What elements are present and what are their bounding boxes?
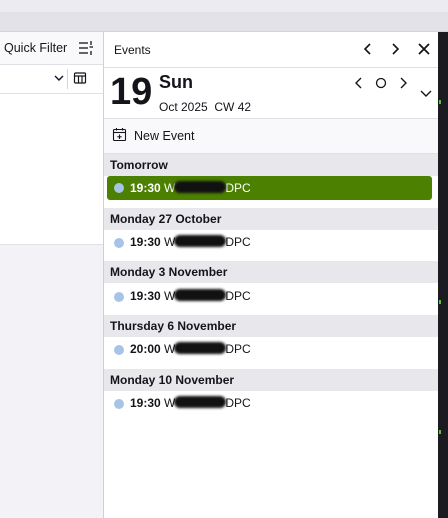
new-event-icon [112,127,128,146]
event-dot-icon [114,292,124,302]
close-icon[interactable] [416,41,432,57]
today-display: 19 Sun Oct 2025 CW 42 [104,68,438,116]
event-dot-icon [114,238,124,248]
message-list-pane: Quick Filter [0,32,104,518]
event-group-header: Tomorrow [104,154,438,176]
event-item[interactable]: 19:30 W DPC [104,284,438,308]
table-view-icon[interactable] [73,71,87,85]
edge-marker [439,100,441,104]
folder-dropdown-row[interactable] [0,64,103,94]
event-title: W DPC [164,396,251,410]
today-button[interactable] [374,76,388,90]
event-dot-icon [114,183,124,193]
previous-pane-button[interactable] [360,41,376,57]
event-group-header: Thursday 6 November [104,315,438,337]
list-options-icon[interactable] [78,40,94,56]
quick-filter-button[interactable]: Quick Filter [4,41,67,55]
new-event-button[interactable]: New Event [112,127,194,145]
events-header: Events [104,32,438,68]
previous-day-button[interactable] [352,76,366,90]
event-item-selected[interactable]: 19:30 W DPC [107,176,432,200]
event-dot-icon [114,399,124,409]
events-toolbar: New Event [104,118,438,154]
event-group-header: Monday 10 November [104,369,438,391]
next-day-button[interactable] [396,76,410,90]
event-group-header: Monday 3 November [104,261,438,283]
date-subtitle: Oct 2025 CW 42 [159,100,252,114]
edge-marker [439,300,441,304]
event-title: W DPC [164,181,251,195]
event-title: W DPC [164,342,251,356]
redacted-text [174,342,227,354]
quick-filter-bar: Quick Filter [0,32,103,64]
events-pane: Events 19 Sun Oct 2025 CW 42 New Event T… [104,32,438,518]
event-title: W DPC [164,289,251,303]
redacted-text [174,289,227,301]
window-top-strip [0,0,448,12]
redacted-text [174,396,227,408]
event-group-header: Monday 27 October [104,208,438,230]
message-list[interactable] [0,94,103,245]
redacted-text [174,181,227,193]
day-number: 19 [110,71,153,113]
event-title: W DPC [164,235,251,249]
events-title: Events [114,43,151,57]
window-edge [438,32,448,518]
event-time: 19:30 [130,396,161,410]
tab-strip [0,12,448,32]
event-item[interactable]: 20:00 W DPC [104,337,438,361]
expand-chevron-icon[interactable] [419,86,433,100]
message-preview-area [0,245,103,518]
event-time: 20:00 [130,342,161,356]
new-event-label: New Event [134,129,195,143]
day-name: Sun [159,72,193,92]
redacted-text [174,235,227,247]
event-item[interactable]: 19:30 W DPC [104,391,438,415]
event-time: 19:30 [130,181,161,195]
divider [67,69,68,89]
event-item[interactable]: 19:30 W DPC [104,230,438,254]
chevron-down-icon[interactable] [52,71,66,85]
next-pane-button[interactable] [387,41,403,57]
event-time: 19:30 [130,289,161,303]
event-dot-icon [114,345,124,355]
event-time: 19:30 [130,235,161,249]
edge-marker [439,430,441,434]
